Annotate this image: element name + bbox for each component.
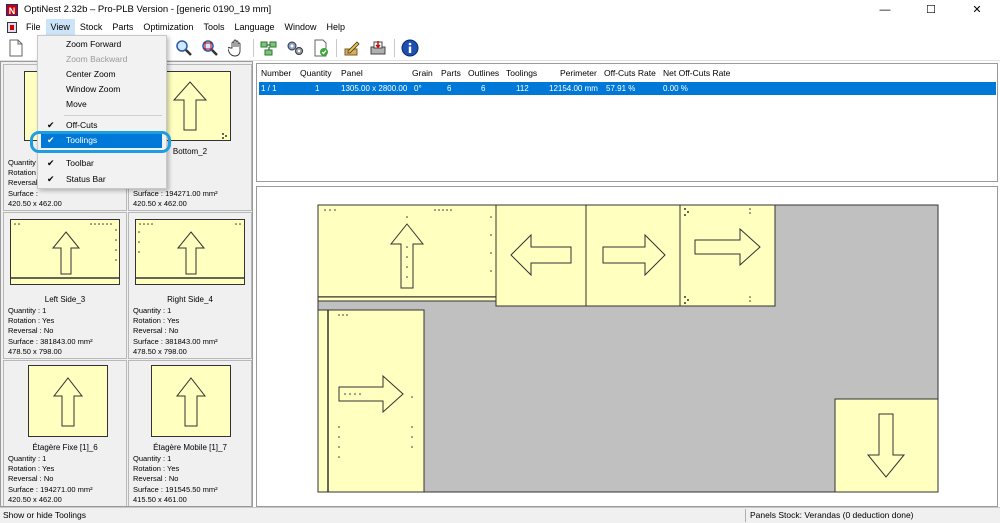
highlight-callout <box>30 131 171 153</box>
part-shape <box>495 204 587 307</box>
part-card[interactable]: Right Side_4 Quantity : 1 Rotation : Yes… <box>128 212 252 359</box>
table-cell: 0.00 % <box>663 84 688 93</box>
column-header[interactable]: Toolings <box>506 66 537 80</box>
table-cell: 1 <box>315 84 320 93</box>
settings-gears-icon[interactable] <box>285 38 305 58</box>
table-cell: 1 / 1 <box>261 84 277 93</box>
menu-item-window-zoom[interactable]: Window Zoom <box>38 82 166 97</box>
part-info: Quantity : 1 Rotation : Yes Reversal : N… <box>133 306 218 356</box>
part-thumbnail <box>28 365 108 437</box>
optimize-icon[interactable] <box>259 38 279 58</box>
menu-item-center-zoom[interactable]: Center Zoom <box>38 67 166 82</box>
info-icon[interactable] <box>400 38 420 58</box>
table-cell: 0° <box>414 84 422 93</box>
part-shape <box>834 398 939 493</box>
part-card[interactable]: Étagère Mobile [1]_7 Quantity : 1 Rotati… <box>128 360 252 506</box>
column-header[interactable]: Quantity <box>300 66 332 80</box>
results-table[interactable]: Number Quantity Panel Grain Parts Outlin… <box>256 63 998 182</box>
menu-optimization[interactable]: Optimization <box>138 19 198 35</box>
menu-item-move[interactable]: Move <box>38 97 166 112</box>
part-name: Left Side_3 <box>44 295 86 304</box>
menu-item-toolbar[interactable]: ✔ Toolbar <box>38 156 166 171</box>
menu-view[interactable]: View <box>45 19 75 35</box>
hand-move-icon[interactable] <box>227 38 247 58</box>
validate-document-icon[interactable] <box>311 38 331 58</box>
title-bar: N OptiNest 2.32b – Pro-PLB Version - [ge… <box>0 0 1000 19</box>
menu-parts[interactable]: Parts <box>107 19 138 35</box>
nesting-view[interactable] <box>256 186 998 507</box>
table-cell: 6 <box>481 84 486 93</box>
zoom-icon[interactable] <box>174 38 194 58</box>
part-name: Right Side_4 <box>167 295 213 304</box>
column-header[interactable]: Outlines <box>468 66 499 80</box>
part-shape <box>317 204 497 302</box>
app-logo-icon: N <box>6 3 18 16</box>
part-thumbnail <box>135 219 245 285</box>
status-bar: Show or hide Toolings Panels Stock: Vera… <box>0 507 1000 523</box>
part-info: Quantity : 1 Rotation : Yes Reversal : N… <box>133 454 218 504</box>
window-title: OptiNest 2.32b – Pro-PLB Version - [gene… <box>24 4 272 15</box>
status-panels-stock: Panels Stock: Verandas (0 deduction done… <box>750 510 914 520</box>
zoom-window-icon[interactable] <box>200 38 220 58</box>
part-info: Quantity : 1 Rotation : Yes Reversal : N… <box>8 306 93 356</box>
document-icon[interactable] <box>7 21 17 33</box>
menu-item-zoom-backward[interactable]: Zoom Backward <box>38 52 166 67</box>
menu-item-status-bar[interactable]: ✔ Status Bar <box>38 172 166 187</box>
table-cell: 12154.00 mm <box>549 84 598 93</box>
part-shape <box>585 204 681 307</box>
part-shape <box>317 296 497 302</box>
table-cell: 1305.00 x 2800.00 <box>341 84 408 93</box>
print-icon[interactable] <box>368 38 388 58</box>
close-button[interactable]: ✕ <box>954 0 1000 19</box>
column-header[interactable]: Grain <box>412 66 433 80</box>
part-name: Étagère Mobile [1]_7 <box>153 443 227 452</box>
menu-window[interactable]: Window <box>280 19 322 35</box>
checkmark-icon: ✔ <box>47 158 55 168</box>
menu-help[interactable]: Help <box>322 19 351 35</box>
column-header[interactable]: Net Off-Cuts Rate <box>663 66 730 80</box>
edit-pencil-icon[interactable] <box>342 38 362 58</box>
minimize-button[interactable]: — <box>862 0 908 19</box>
view-menu-dropdown: Zoom Forward Zoom Backward Center Zoom W… <box>37 35 167 189</box>
status-message: Show or hide Toolings <box>3 510 87 520</box>
part-info: Quantity : 1 Rotation : Yes Reversal : N… <box>8 454 93 504</box>
part-thumbnail <box>10 219 120 285</box>
column-header[interactable]: Perimeter <box>560 66 597 80</box>
column-header[interactable]: Panel <box>341 66 363 80</box>
new-document-icon[interactable] <box>6 38 26 58</box>
column-header[interactable]: Number <box>261 66 291 80</box>
menu-stock[interactable]: Stock <box>75 19 108 35</box>
part-thumbnail <box>151 365 231 437</box>
menu-language[interactable]: Language <box>229 19 279 35</box>
table-cell: 112 <box>516 84 529 93</box>
menu-bar: File View Stock Parts Optimization Tools… <box>0 19 1000 35</box>
checkmark-icon: ✔ <box>47 174 55 184</box>
nesting-drawing <box>317 204 939 493</box>
part-card[interactable]: Étagère Fixe [1]_6 Quantity : 1 Rotation… <box>3 360 127 506</box>
menu-file[interactable]: File <box>21 19 46 35</box>
part-card[interactable]: Left Side_3 Quantity : 1 Rotation : Yes … <box>3 212 127 359</box>
column-header[interactable]: Off-Cuts Rate <box>604 66 656 80</box>
column-header[interactable]: Parts <box>441 66 461 80</box>
table-cell: 57.91 % <box>606 84 636 93</box>
part-name: Étagère Fixe [1]_6 <box>32 443 98 452</box>
table-cell: 6 <box>447 84 452 93</box>
part-shape <box>679 204 776 307</box>
part-shape <box>317 309 425 493</box>
menu-tools[interactable]: Tools <box>198 19 229 35</box>
maximize-button[interactable]: ☐ <box>908 0 954 19</box>
menu-item-zoom-forward[interactable]: Zoom Forward <box>38 37 166 52</box>
